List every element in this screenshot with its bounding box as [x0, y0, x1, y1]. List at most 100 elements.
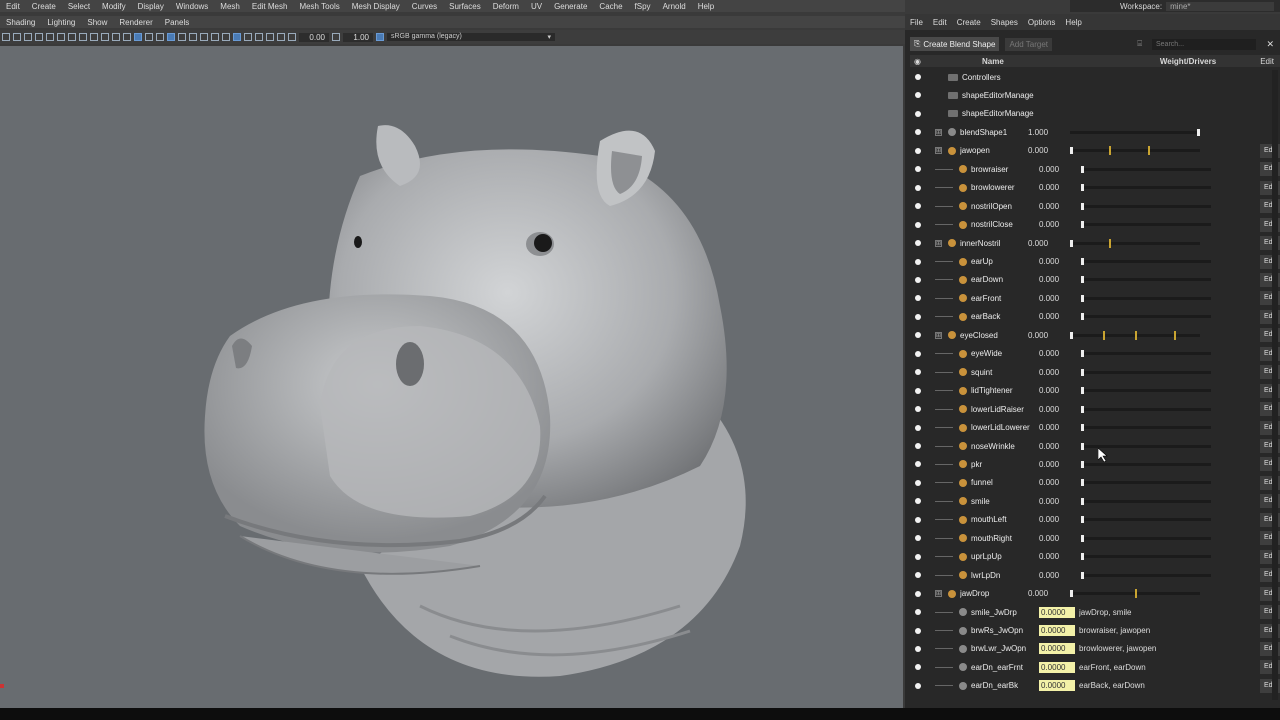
- weight-field[interactable]: 0.000: [1039, 349, 1075, 358]
- visibility-toggle-icon[interactable]: [915, 664, 921, 671]
- list-item[interactable]: earBack 0.000 Edit: [910, 308, 1280, 326]
- slider-handle[interactable]: [1081, 276, 1084, 284]
- list-item[interactable]: earUp 0.000 Edit: [910, 253, 1280, 271]
- weight-slider[interactable]: [1081, 534, 1211, 542]
- menu-item-windows[interactable]: Windows: [170, 2, 214, 11]
- exposure-icon[interactable]: [288, 33, 296, 41]
- workspace-selector[interactable]: Workspace: mine*: [1070, 0, 1280, 12]
- weight-slider[interactable]: [1070, 238, 1200, 248]
- search-input[interactable]: Search...: [1152, 38, 1256, 50]
- visibility-toggle-icon[interactable]: [915, 387, 921, 394]
- visibility-toggle-icon[interactable]: [915, 682, 921, 689]
- safe-action-icon[interactable]: [101, 33, 109, 41]
- gamma-field[interactable]: 1.00: [343, 32, 373, 42]
- weight-field[interactable]: 0.000: [1028, 331, 1064, 340]
- xray-components-icon[interactable]: [277, 33, 285, 41]
- motion-blur-icon[interactable]: [211, 33, 219, 41]
- list-item[interactable]: mouthLeft 0.000 Edit: [910, 511, 1280, 529]
- slider-handle[interactable]: [1081, 313, 1084, 321]
- weight-slider[interactable]: [1081, 479, 1211, 487]
- menu-item-uv[interactable]: UV: [525, 2, 548, 11]
- weight-slider[interactable]: [1081, 313, 1211, 321]
- slider-handle[interactable]: [1081, 516, 1084, 524]
- visibility-toggle-icon[interactable]: [915, 92, 921, 99]
- folder-row[interactable]: Controllers: [910, 68, 1280, 86]
- visibility-toggle-icon[interactable]: [915, 166, 921, 173]
- gamma-icon[interactable]: [332, 33, 340, 41]
- anti-aliasing-icon[interactable]: [222, 33, 230, 41]
- visibility-toggle-icon[interactable]: [915, 147, 921, 154]
- list-item[interactable]: squint 0.000 Edit: [910, 363, 1280, 381]
- weight-slider[interactable]: [1081, 184, 1211, 192]
- list-item[interactable]: pkr 0.000 Edit: [910, 455, 1280, 473]
- default-material-icon[interactable]: [145, 33, 153, 41]
- list-item[interactable]: ⊞ blendShape1 1.000: [910, 123, 1280, 141]
- weight-field[interactable]: 0.000: [1039, 478, 1075, 487]
- slider-handle[interactable]: [1081, 350, 1084, 358]
- visibility-toggle-icon[interactable]: [915, 258, 921, 265]
- list-item[interactable]: browraiser 0.000 Edit: [910, 160, 1280, 178]
- slider-handle[interactable]: [1081, 424, 1084, 432]
- menu-item-select[interactable]: Select: [62, 2, 96, 11]
- panel-menu-renderer[interactable]: Renderer: [113, 18, 158, 27]
- slider-handle[interactable]: [1070, 147, 1073, 155]
- weight-field[interactable]: 0.000: [1039, 165, 1075, 174]
- menu-item-create[interactable]: Create: [26, 2, 62, 11]
- scrollbar[interactable]: [1272, 70, 1278, 700]
- filter-icon[interactable]: ⌸: [1137, 39, 1142, 49]
- slider-handle[interactable]: [1081, 497, 1084, 505]
- list-item[interactable]: smile_JwDrp 0.0000 jawDrop, smile Edit: [910, 603, 1280, 621]
- weight-slider[interactable]: [1081, 516, 1211, 524]
- menu-item-display[interactable]: Display: [132, 2, 170, 11]
- slider-handle[interactable]: [1081, 221, 1084, 229]
- gate-mask-icon[interactable]: [79, 33, 87, 41]
- menu-item-fspy[interactable]: fSpy: [629, 2, 657, 11]
- menu-item-edit[interactable]: Edit: [0, 2, 26, 11]
- panel-menu-shading[interactable]: Shading: [0, 18, 41, 27]
- visibility-toggle-icon[interactable]: [915, 627, 921, 634]
- list-item[interactable]: noseWrinkle 0.000 Edit: [910, 437, 1280, 455]
- depth-of-field-icon[interactable]: [233, 33, 241, 41]
- weight-field[interactable]: 0.000: [1039, 442, 1075, 451]
- menu-item-help[interactable]: Help: [692, 2, 720, 11]
- list-item[interactable]: mouthRight 0.000 Edit: [910, 529, 1280, 547]
- weight-field[interactable]: 0.000: [1039, 386, 1075, 395]
- folder-row[interactable]: shapeEditorManage: [910, 86, 1280, 104]
- list-item[interactable]: nostrilOpen 0.000 Edit: [910, 197, 1280, 215]
- visibility-toggle-icon[interactable]: [915, 221, 921, 228]
- wireframe-on-shaded-icon[interactable]: [156, 33, 164, 41]
- weight-slider[interactable]: [1070, 330, 1200, 340]
- visibility-toggle-icon[interactable]: [915, 498, 921, 505]
- weight-field[interactable]: 0.000: [1039, 368, 1075, 377]
- slider-handle[interactable]: [1081, 571, 1084, 579]
- camera-attributes-icon[interactable]: [13, 33, 21, 41]
- list-item[interactable]: earDown 0.000 Edit: [910, 271, 1280, 289]
- slider-handle[interactable]: [1081, 405, 1084, 413]
- list-item[interactable]: lowerLidLowerer 0.000 Edit: [910, 419, 1280, 437]
- create-blend-shape-button[interactable]: ⎘ Create Blend Shape: [910, 37, 1000, 51]
- resolution-gate-icon[interactable]: [68, 33, 76, 41]
- weight-slider[interactable]: [1081, 497, 1211, 505]
- visibility-toggle-icon[interactable]: [915, 479, 921, 486]
- shadows-icon[interactable]: [189, 33, 197, 41]
- list-item[interactable]: browlowerer 0.000 Edit: [910, 179, 1280, 197]
- visibility-toggle-icon[interactable]: [915, 535, 921, 542]
- visibility-toggle-icon[interactable]: [915, 332, 921, 339]
- color-management-icon[interactable]: [376, 33, 384, 41]
- weight-field[interactable]: 0.000: [1039, 275, 1075, 284]
- weight-slider[interactable]: [1081, 405, 1211, 413]
- menu-item-mesh[interactable]: Mesh: [214, 2, 246, 11]
- workspace-value[interactable]: mine*: [1166, 1, 1275, 11]
- visibility-toggle-icon[interactable]: [915, 461, 921, 468]
- wireframe-icon[interactable]: [123, 33, 131, 41]
- visibility-toggle-icon[interactable]: [915, 313, 921, 320]
- menu-item-arnold[interactable]: Arnold: [657, 2, 692, 11]
- list-item[interactable]: uprLpUp 0.000 Edit: [910, 548, 1280, 566]
- list-item[interactable]: nostrilClose 0.000 Edit: [910, 216, 1280, 234]
- visibility-toggle-icon[interactable]: [915, 110, 921, 117]
- 3d-viewport[interactable]: [0, 46, 903, 708]
- list-item[interactable]: brwRs_JwOpn 0.0000 browraiser, jawopen Edit: [910, 622, 1280, 640]
- menu-item-deform[interactable]: Deform: [487, 2, 525, 11]
- weight-field[interactable]: 0.000: [1039, 220, 1075, 229]
- visibility-toggle-icon[interactable]: [915, 645, 921, 652]
